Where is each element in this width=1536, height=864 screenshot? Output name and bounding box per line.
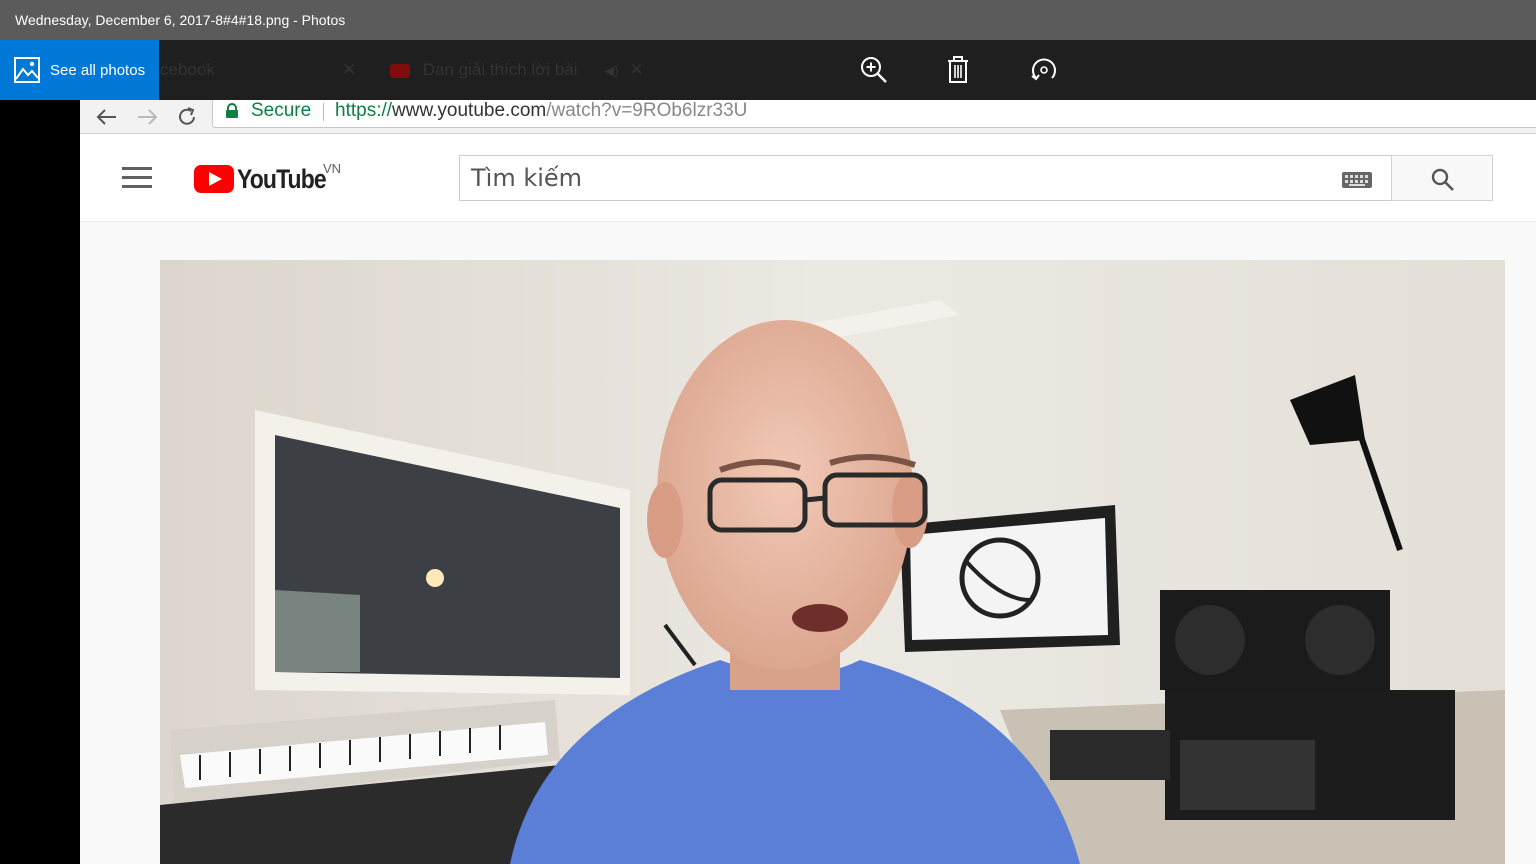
url-scheme: https://	[335, 100, 393, 121]
arrow-left-icon	[96, 109, 116, 125]
menu-icon[interactable]	[122, 167, 152, 189]
arrow-right-icon	[138, 109, 158, 125]
browser-tab-youtube: Dan giải thích lời bài ◀) ✕	[390, 50, 644, 90]
url-bar[interactable]: Secure https://www.youtube.com/watch?v=9…	[212, 100, 1536, 128]
forward-button[interactable]	[134, 104, 160, 130]
browser-tab-facebook: cebook ✕	[160, 50, 356, 90]
browser-address-bar: Secure https://www.youtube.com/watch?v=9…	[80, 100, 1536, 134]
youtube-play-icon	[194, 165, 234, 193]
search-button[interactable]	[1391, 155, 1493, 201]
keyboard-icon	[1342, 172, 1372, 188]
browser-tab-label: cebook	[160, 60, 215, 79]
close-icon: ✕	[342, 60, 357, 79]
close-icon: ✕	[629, 60, 644, 79]
window-title: Wednesday, December 6, 2017-8#4#18.png -…	[0, 0, 1536, 40]
zoom-in-icon	[861, 57, 887, 83]
video-frame-image	[160, 260, 1505, 864]
rotate-icon	[1031, 58, 1056, 81]
rotate-button[interactable]	[1028, 54, 1060, 86]
search-icon	[1431, 168, 1454, 191]
reload-button[interactable]	[174, 104, 200, 130]
reload-icon	[179, 107, 195, 125]
url-path: /watch?v=9ROb6lzr33U	[546, 100, 748, 121]
secure-label: Secure	[251, 100, 312, 121]
back-button[interactable]	[94, 104, 120, 130]
search-placeholder: Tìm kiếm	[471, 164, 583, 192]
search-input[interactable]: Tìm kiếm	[459, 155, 1392, 201]
url-host: www.youtube.com	[392, 100, 547, 121]
youtube-logo[interactable]: YouTube	[194, 162, 341, 196]
youtube-logo-text: YouTube	[237, 163, 327, 194]
youtube-header: YouTube VN Tìm kiếm	[80, 134, 1536, 222]
speaker-icon: ◀)	[604, 63, 619, 78]
see-all-photos-label: See all photos	[50, 61, 146, 79]
youtube-favicon-icon	[390, 63, 410, 78]
url-text: https://www.youtube.com/watch?v=9ROb6lzr…	[335, 100, 747, 122]
photos-icon	[14, 57, 40, 83]
browser-tab-label: Dan giải thích lời bài	[422, 60, 578, 79]
photo-background	[0, 100, 80, 864]
see-all-photos-button[interactable]: See all photos	[0, 40, 159, 100]
lock-icon	[226, 103, 238, 118]
region-label: VN	[323, 161, 342, 176]
zoom-button[interactable]	[858, 54, 890, 86]
delete-button[interactable]	[942, 54, 974, 86]
trash-icon	[948, 56, 968, 83]
video-player[interactable]	[160, 260, 1505, 864]
divider	[323, 103, 324, 121]
photos-command-bar: cebook ✕ Dan giải thích lời bài ◀) ✕ See…	[0, 40, 1536, 100]
